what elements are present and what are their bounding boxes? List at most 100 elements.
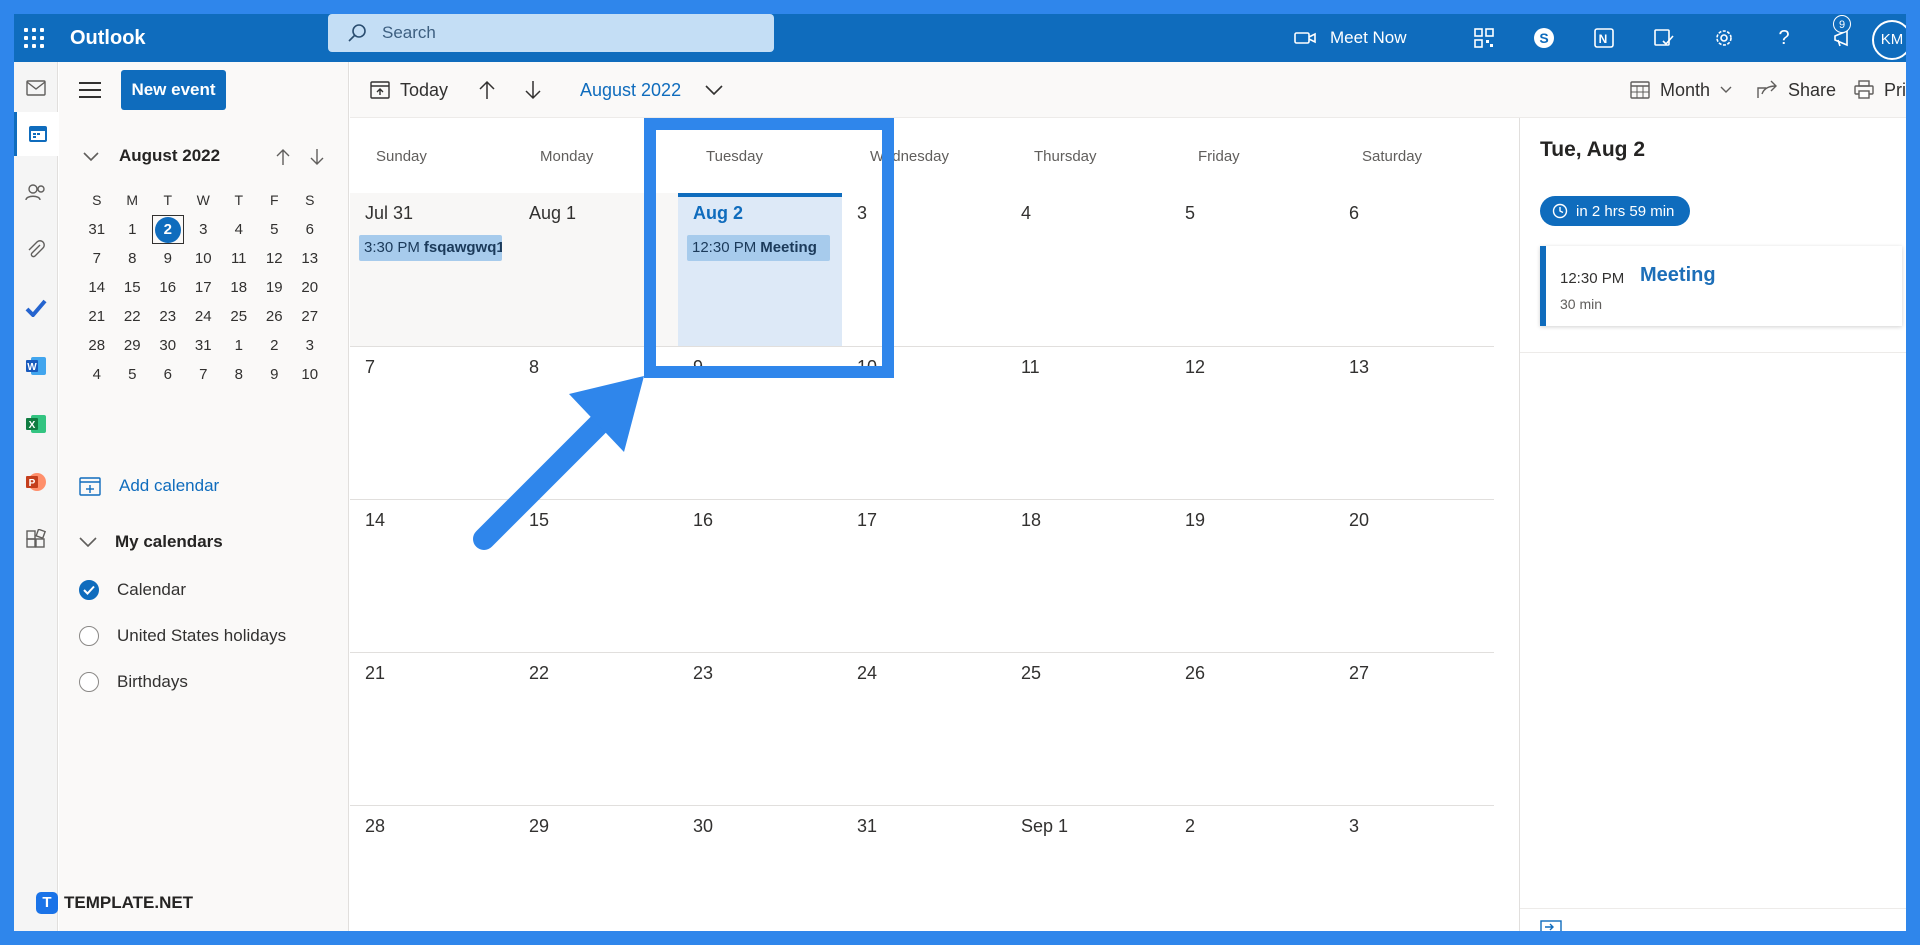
calendar-day-cell[interactable]: 26 bbox=[1170, 653, 1334, 806]
mini-calendar-title[interactable]: August 2022 bbox=[119, 146, 220, 166]
mini-day[interactable]: 16 bbox=[150, 273, 186, 302]
arrow-down-icon[interactable] bbox=[309, 148, 325, 166]
calendar-day-cell[interactable]: 22 bbox=[514, 653, 678, 806]
agenda-event-card[interactable]: 12:30 PM Meeting 30 min bbox=[1540, 246, 1902, 326]
calendar-day-cell[interactable]: 31 bbox=[842, 806, 1006, 931]
today-button[interactable]: Today bbox=[370, 76, 448, 104]
todo-icon[interactable] bbox=[14, 286, 58, 330]
event-chip[interactable]: 3:30 PM fsqawgwq1 bbox=[359, 235, 502, 261]
calendar-item-calendar[interactable]: Calendar bbox=[79, 577, 186, 603]
unchecked-circle-icon[interactable] bbox=[79, 672, 99, 692]
mini-day[interactable]: 23 bbox=[150, 302, 186, 331]
mini-day[interactable]: 9 bbox=[257, 360, 293, 389]
calendar-item-us-holidays[interactable]: United States holidays bbox=[79, 623, 286, 649]
mini-day[interactable]: 10 bbox=[186, 244, 222, 273]
mini-day[interactable]: 31 bbox=[186, 331, 222, 360]
mini-day[interactable]: 30 bbox=[150, 331, 186, 360]
onenote-icon[interactable]: N bbox=[1590, 24, 1618, 52]
calendar-day-cell[interactable]: 24 bbox=[842, 653, 1006, 806]
calendar-day-cell[interactable]: 29 bbox=[514, 806, 678, 931]
help-icon[interactable]: ? bbox=[1770, 24, 1798, 52]
mini-day[interactable]: 8 bbox=[221, 360, 257, 389]
my-day-icon[interactable] bbox=[1650, 24, 1678, 52]
calendar-icon[interactable] bbox=[14, 112, 58, 156]
attachment-icon[interactable] bbox=[14, 228, 58, 272]
chevron-down-icon[interactable] bbox=[83, 152, 99, 162]
mini-day[interactable]: 10 bbox=[292, 360, 328, 389]
calendar-day-cell[interactable]: Jul 31 3:30 PM fsqawgwq1 bbox=[350, 193, 514, 346]
mini-day[interactable]: 12 bbox=[257, 244, 293, 273]
mail-icon[interactable] bbox=[14, 66, 58, 110]
mini-day[interactable]: 6 bbox=[292, 215, 328, 244]
mini-day[interactable]: 6 bbox=[150, 360, 186, 389]
mini-day[interactable]: 21 bbox=[79, 302, 115, 331]
calendar-day-cell[interactable]: 19 bbox=[1170, 500, 1334, 653]
mini-day[interactable]: 13 bbox=[292, 244, 328, 273]
app-launcher-icon[interactable] bbox=[20, 24, 48, 52]
mini-day[interactable]: 3 bbox=[186, 215, 222, 244]
apps-icon[interactable] bbox=[14, 518, 58, 562]
calendar-day-cell[interactable]: 2 bbox=[1170, 806, 1334, 931]
mini-day[interactable]: 28 bbox=[79, 331, 115, 360]
calendar-day-cell[interactable]: 28 bbox=[350, 806, 514, 931]
mini-day-today[interactable]: 2 bbox=[150, 215, 186, 244]
search-box[interactable] bbox=[328, 14, 774, 52]
mini-day[interactable]: 7 bbox=[186, 360, 222, 389]
mini-day[interactable]: 25 bbox=[221, 302, 257, 331]
calendar-day-cell[interactable]: 17 bbox=[842, 500, 1006, 653]
arrow-up-icon[interactable] bbox=[478, 76, 496, 104]
calendar-day-cell[interactable]: 12 bbox=[1170, 347, 1334, 500]
new-event-button[interactable]: New event bbox=[121, 70, 226, 110]
month-picker[interactable]: August 2022 bbox=[580, 76, 723, 104]
arrow-up-icon[interactable] bbox=[275, 148, 291, 166]
view-selector[interactable]: Month bbox=[1630, 76, 1732, 104]
calendar-day-cell[interactable]: 20 bbox=[1334, 500, 1498, 653]
mini-day[interactable]: 4 bbox=[221, 215, 257, 244]
calendar-day-cell[interactable]: 6 bbox=[1334, 193, 1498, 346]
add-calendar-button[interactable]: Add calendar bbox=[79, 471, 219, 501]
calendar-day-cell[interactable]: 13 bbox=[1334, 347, 1498, 500]
hamburger-menu-icon[interactable] bbox=[79, 82, 101, 98]
people-icon[interactable] bbox=[14, 170, 58, 214]
excel-icon[interactable]: X bbox=[14, 402, 58, 446]
arrow-down-icon[interactable] bbox=[524, 76, 542, 104]
settings-gear-icon[interactable] bbox=[1710, 24, 1738, 52]
mini-day[interactable]: 11 bbox=[221, 244, 257, 273]
qr-code-icon[interactable] bbox=[1470, 24, 1498, 52]
powerpoint-icon[interactable]: P bbox=[14, 460, 58, 504]
mini-day[interactable]: 9 bbox=[150, 244, 186, 273]
mini-day[interactable]: 15 bbox=[115, 273, 151, 302]
mini-day[interactable]: 1 bbox=[221, 331, 257, 360]
meet-now-button[interactable]: Meet Now bbox=[1294, 22, 1407, 54]
mini-day[interactable]: 24 bbox=[186, 302, 222, 331]
mini-day[interactable]: 5 bbox=[257, 215, 293, 244]
calendar-day-cell[interactable]: Sep 1 bbox=[1006, 806, 1170, 931]
checkmark-icon[interactable] bbox=[79, 580, 99, 600]
expand-pane-icon[interactable] bbox=[1540, 920, 1562, 931]
mini-day[interactable]: 14 bbox=[79, 273, 115, 302]
skype-icon[interactable]: S bbox=[1530, 24, 1558, 52]
mini-day[interactable]: 31 bbox=[79, 215, 115, 244]
mini-day[interactable]: 7 bbox=[79, 244, 115, 273]
mini-day[interactable]: 22 bbox=[115, 302, 151, 331]
mini-day[interactable]: 27 bbox=[292, 302, 328, 331]
calendar-day-cell[interactable]: 5 bbox=[1170, 193, 1334, 346]
calendar-day-cell[interactable]: 23 bbox=[678, 653, 842, 806]
calendar-day-cell[interactable]: 25 bbox=[1006, 653, 1170, 806]
mini-day[interactable]: 17 bbox=[186, 273, 222, 302]
mini-day[interactable]: 20 bbox=[292, 273, 328, 302]
mini-day[interactable]: 5 bbox=[115, 360, 151, 389]
mini-day[interactable]: 8 bbox=[115, 244, 151, 273]
calendar-item-birthdays[interactable]: Birthdays bbox=[79, 669, 188, 695]
unchecked-circle-icon[interactable] bbox=[79, 626, 99, 646]
mini-day[interactable]: 26 bbox=[257, 302, 293, 331]
mini-day[interactable]: 19 bbox=[257, 273, 293, 302]
mini-day[interactable]: 3 bbox=[292, 331, 328, 360]
word-icon[interactable]: W bbox=[14, 344, 58, 388]
calendar-day-cell[interactable]: 4 bbox=[1006, 193, 1170, 346]
calendar-day-cell[interactable]: 27 bbox=[1334, 653, 1498, 806]
app-title[interactable]: Outlook bbox=[70, 27, 146, 50]
calendar-day-cell[interactable]: 30 bbox=[678, 806, 842, 931]
print-button[interactable]: Print bbox=[1854, 76, 1906, 104]
mini-day[interactable]: 2 bbox=[257, 331, 293, 360]
